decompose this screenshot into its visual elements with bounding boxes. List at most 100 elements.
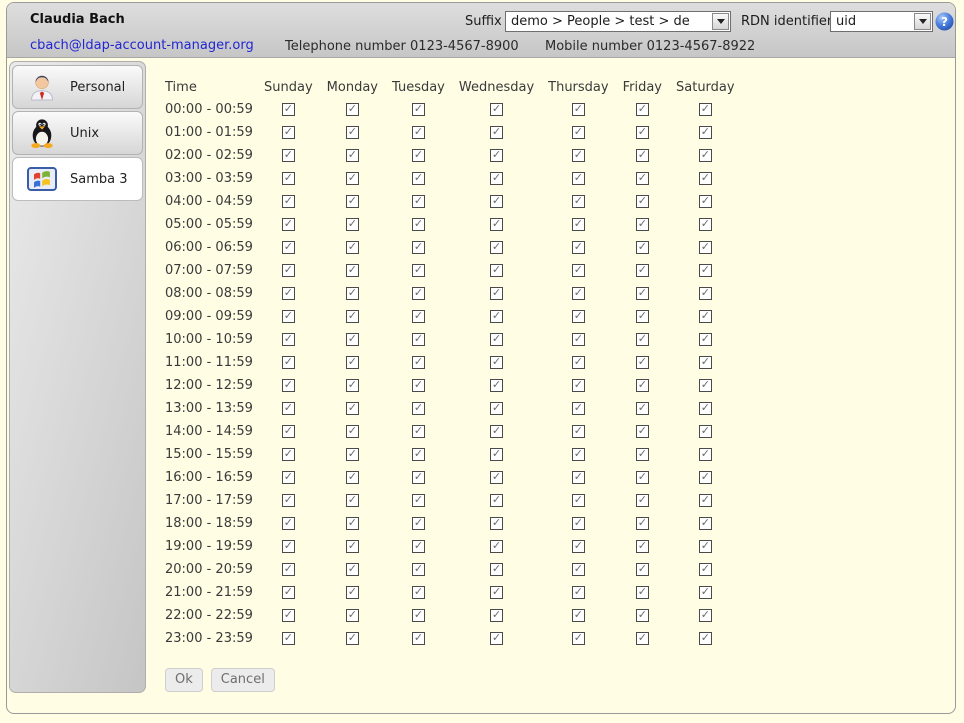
logon-hour-checkbox[interactable] — [346, 126, 359, 139]
logon-hour-checkbox[interactable] — [490, 609, 503, 622]
logon-hour-checkbox[interactable] — [346, 471, 359, 484]
logon-hour-checkbox[interactable] — [346, 517, 359, 530]
logon-hour-checkbox[interactable] — [490, 379, 503, 392]
logon-hour-checkbox[interactable] — [346, 103, 359, 116]
logon-hour-checkbox[interactable] — [282, 218, 295, 231]
logon-hour-checkbox[interactable] — [282, 425, 295, 438]
logon-hour-checkbox[interactable] — [636, 149, 649, 162]
logon-hour-checkbox[interactable] — [490, 103, 503, 116]
logon-hour-checkbox[interactable] — [572, 149, 585, 162]
logon-hour-checkbox[interactable] — [636, 264, 649, 277]
logon-hour-checkbox[interactable] — [699, 586, 712, 599]
logon-hour-checkbox[interactable] — [412, 448, 425, 461]
logon-hour-checkbox[interactable] — [412, 356, 425, 369]
logon-hour-checkbox[interactable] — [490, 126, 503, 139]
logon-hour-checkbox[interactable] — [699, 264, 712, 277]
logon-hour-checkbox[interactable] — [636, 402, 649, 415]
logon-hour-checkbox[interactable] — [572, 310, 585, 323]
logon-hour-checkbox[interactable] — [346, 195, 359, 208]
logon-hour-checkbox[interactable] — [572, 264, 585, 277]
logon-hour-checkbox[interactable] — [490, 149, 503, 162]
logon-hour-checkbox[interactable] — [636, 425, 649, 438]
logon-hour-checkbox[interactable] — [490, 195, 503, 208]
logon-hour-checkbox[interactable] — [572, 494, 585, 507]
logon-hour-checkbox[interactable] — [346, 540, 359, 553]
ok-button[interactable]: Ok — [165, 668, 203, 692]
chevron-down-icon[interactable] — [712, 13, 729, 30]
logon-hour-checkbox[interactable] — [490, 586, 503, 599]
logon-hour-checkbox[interactable] — [490, 241, 503, 254]
logon-hour-checkbox[interactable] — [572, 379, 585, 392]
logon-hour-checkbox[interactable] — [490, 540, 503, 553]
logon-hour-checkbox[interactable] — [572, 563, 585, 576]
logon-hour-checkbox[interactable] — [572, 609, 585, 622]
suffix-select[interactable]: demo > People > test > de — [505, 11, 731, 32]
logon-hour-checkbox[interactable] — [412, 172, 425, 185]
logon-hour-checkbox[interactable] — [412, 471, 425, 484]
logon-hour-checkbox[interactable] — [572, 471, 585, 484]
tab-personal[interactable]: Personal — [12, 65, 143, 109]
logon-hour-checkbox[interactable] — [346, 241, 359, 254]
logon-hour-checkbox[interactable] — [490, 517, 503, 530]
logon-hour-checkbox[interactable] — [282, 379, 295, 392]
logon-hour-checkbox[interactable] — [636, 356, 649, 369]
logon-hour-checkbox[interactable] — [699, 471, 712, 484]
logon-hour-checkbox[interactable] — [636, 586, 649, 599]
logon-hour-checkbox[interactable] — [699, 218, 712, 231]
logon-hour-checkbox[interactable] — [636, 632, 649, 645]
logon-hour-checkbox[interactable] — [282, 494, 295, 507]
logon-hour-checkbox[interactable] — [699, 402, 712, 415]
logon-hour-checkbox[interactable] — [699, 195, 712, 208]
logon-hour-checkbox[interactable] — [636, 540, 649, 553]
logon-hour-checkbox[interactable] — [636, 172, 649, 185]
logon-hour-checkbox[interactable] — [572, 517, 585, 530]
logon-hour-checkbox[interactable] — [412, 195, 425, 208]
logon-hour-checkbox[interactable] — [346, 632, 359, 645]
logon-hour-checkbox[interactable] — [699, 448, 712, 461]
logon-hour-checkbox[interactable] — [282, 126, 295, 139]
logon-hour-checkbox[interactable] — [346, 172, 359, 185]
logon-hour-checkbox[interactable] — [699, 356, 712, 369]
logon-hour-checkbox[interactable] — [490, 494, 503, 507]
tab-samba-3[interactable]: Samba 3 — [12, 157, 143, 201]
logon-hour-checkbox[interactable] — [346, 494, 359, 507]
logon-hour-checkbox[interactable] — [636, 126, 649, 139]
logon-hour-checkbox[interactable] — [490, 402, 503, 415]
logon-hour-checkbox[interactable] — [346, 586, 359, 599]
logon-hour-checkbox[interactable] — [282, 517, 295, 530]
logon-hour-checkbox[interactable] — [636, 609, 649, 622]
logon-hour-checkbox[interactable] — [699, 287, 712, 300]
logon-hour-checkbox[interactable] — [282, 402, 295, 415]
logon-hour-checkbox[interactable] — [636, 471, 649, 484]
logon-hour-checkbox[interactable] — [282, 471, 295, 484]
logon-hour-checkbox[interactable] — [282, 241, 295, 254]
logon-hour-checkbox[interactable] — [636, 287, 649, 300]
logon-hour-checkbox[interactable] — [572, 287, 585, 300]
logon-hour-checkbox[interactable] — [412, 264, 425, 277]
logon-hour-checkbox[interactable] — [412, 126, 425, 139]
logon-hour-checkbox[interactable] — [572, 356, 585, 369]
logon-hour-checkbox[interactable] — [636, 195, 649, 208]
logon-hour-checkbox[interactable] — [412, 632, 425, 645]
logon-hour-checkbox[interactable] — [282, 333, 295, 346]
logon-hour-checkbox[interactable] — [346, 609, 359, 622]
logon-hour-checkbox[interactable] — [699, 310, 712, 323]
logon-hour-checkbox[interactable] — [699, 494, 712, 507]
rdn-identifier-select[interactable]: uid — [830, 11, 933, 32]
logon-hour-checkbox[interactable] — [346, 425, 359, 438]
logon-hour-checkbox[interactable] — [572, 195, 585, 208]
logon-hour-checkbox[interactable] — [636, 218, 649, 231]
logon-hour-checkbox[interactable] — [412, 241, 425, 254]
logon-hour-checkbox[interactable] — [699, 149, 712, 162]
logon-hour-checkbox[interactable] — [490, 172, 503, 185]
logon-hour-checkbox[interactable] — [699, 540, 712, 553]
logon-hour-checkbox[interactable] — [412, 540, 425, 553]
logon-hour-checkbox[interactable] — [490, 218, 503, 231]
logon-hour-checkbox[interactable] — [346, 448, 359, 461]
logon-hour-checkbox[interactable] — [282, 609, 295, 622]
logon-hour-checkbox[interactable] — [490, 333, 503, 346]
logon-hour-checkbox[interactable] — [490, 632, 503, 645]
logon-hour-checkbox[interactable] — [346, 356, 359, 369]
logon-hour-checkbox[interactable] — [699, 517, 712, 530]
logon-hour-checkbox[interactable] — [412, 103, 425, 116]
